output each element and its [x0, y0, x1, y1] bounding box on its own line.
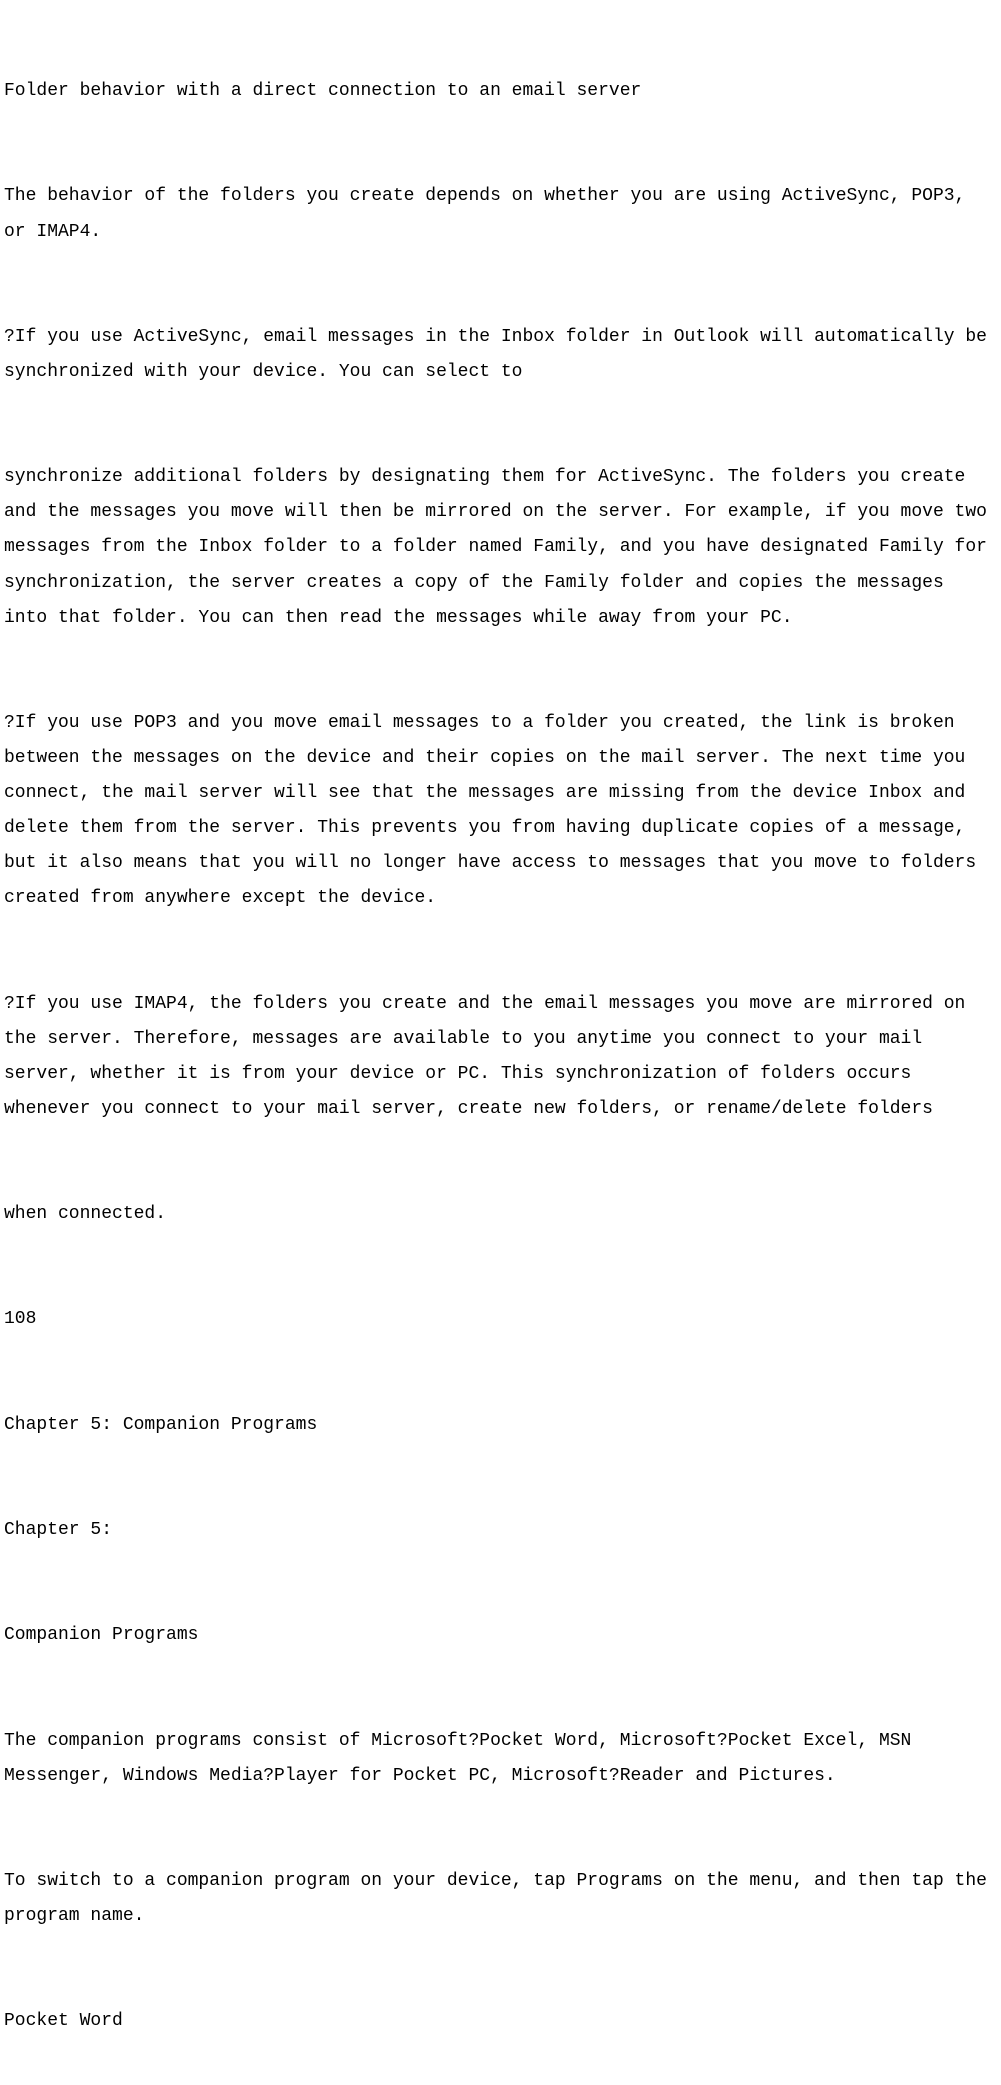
text-line: Chapter 5: Companion Programs — [4, 1408, 997, 1443]
document-page: Folder behavior with a direct connection… — [0, 0, 1001, 2085]
text-line: To switch to a companion program on your… — [4, 1864, 997, 1934]
text-line: The behavior of the folders you create d… — [4, 179, 997, 249]
text-line: Chapter 5: — [4, 1513, 997, 1548]
text-line: Companion Programs — [4, 1618, 997, 1653]
text-line: ?If you use POP3 and you move email mess… — [4, 706, 997, 917]
text-line: Folder behavior with a direct connection… — [4, 74, 997, 109]
text-line: The companion programs consist of Micros… — [4, 1724, 997, 1794]
text-line: synchronize additional folders by design… — [4, 460, 997, 635]
text-line: ?If you use IMAP4, the folders you creat… — [4, 987, 997, 1127]
text-line: Pocket Word — [4, 2004, 997, 2039]
text-line: 108 — [4, 1302, 997, 1337]
text-line: ?If you use ActiveSync, email messages i… — [4, 320, 997, 390]
text-line: when connected. — [4, 1197, 997, 1232]
